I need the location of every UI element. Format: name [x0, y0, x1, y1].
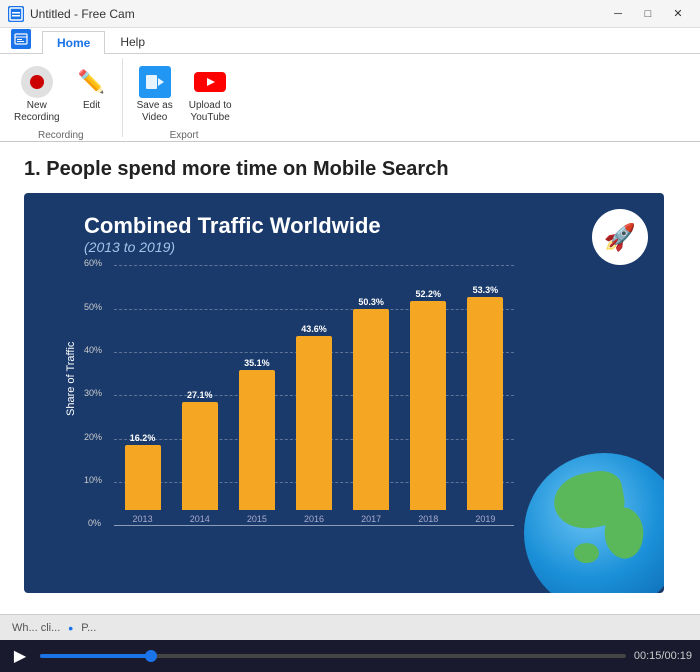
save-as-video-label: Save asVideo: [137, 100, 173, 124]
maximize-button[interactable]: □: [634, 5, 662, 23]
chart-subtitle: (2013 to 2019): [84, 239, 644, 255]
recording-group-label: Recording: [8, 128, 114, 141]
window-controls: ─ □ ✕: [604, 5, 692, 23]
tab-home-label: Home: [57, 36, 90, 50]
y-axis-label: Share of Traffic: [65, 342, 77, 416]
new-recording-button[interactable]: NewRecording: [8, 62, 66, 128]
save-as-video-button[interactable]: Save asVideo: [131, 62, 179, 128]
bar-2013: 16.2% 2013: [125, 433, 161, 524]
ribbon: NewRecording ✏️ Edit Recording: [0, 54, 700, 142]
title-bar: Untitled - Free Cam ─ □ ✕: [0, 0, 700, 28]
play-button[interactable]: ▶: [8, 644, 32, 668]
bar-2014: 27.1% 2014: [182, 390, 218, 524]
progress-handle[interactable]: [145, 650, 157, 662]
preview-strip: Wh... cli... • P...: [0, 614, 700, 640]
window-title: Untitled - Free Cam: [30, 7, 135, 21]
progress-fill: [40, 654, 157, 658]
new-recording-icon: [21, 66, 53, 98]
edit-label: Edit: [83, 100, 100, 112]
edit-icon: ✏️: [76, 66, 108, 98]
title-bar-left: Untitled - Free Cam: [8, 6, 135, 22]
preview-text-1: Wh... cli...: [12, 622, 60, 634]
bar-2019: 53.3% 2019: [467, 285, 503, 524]
close-button[interactable]: ✕: [664, 5, 692, 23]
progress-bar[interactable]: [40, 654, 626, 658]
ribbon-home-icon: [11, 29, 31, 49]
ribbon-group-recording: NewRecording ✏️ Edit Recording: [0, 58, 123, 137]
youtube-icon: [194, 66, 226, 98]
bar-2017: 50.3% 2017: [353, 297, 389, 524]
time-display: 00:15/00:19: [634, 650, 692, 662]
bar-2015: 35.1% 2015: [239, 358, 275, 524]
current-time: 00:15: [634, 650, 662, 662]
save-as-video-icon: [139, 66, 171, 98]
new-recording-label: NewRecording: [14, 100, 60, 124]
edit-button[interactable]: ✏️ Edit: [70, 62, 114, 116]
total-time: 00:19: [664, 650, 692, 662]
ribbon-group-export-items: Save asVideo Upload toYouTube: [131, 58, 238, 128]
tab-icon[interactable]: [4, 24, 42, 53]
chart-area: Share of Traffic 60% 50% 40% 30%: [84, 265, 554, 555]
main-content: 1. People spend more time on Mobile Sear…: [0, 142, 700, 614]
ribbon-tabs: Home Help: [0, 28, 700, 54]
export-group-label: Export: [131, 128, 238, 141]
tab-help-label: Help: [120, 35, 145, 49]
chart-title: Combined Traffic Worldwide: [84, 213, 644, 239]
rocket-badge: 🚀: [592, 209, 648, 265]
bar-2018: 52.2% 2018: [410, 289, 446, 524]
preview-text-2: P...: [81, 622, 96, 634]
bottom-bar: ▶ 00:15/00:19: [0, 640, 700, 672]
ribbon-group-export: Save asVideo Upload toYouTube Export: [123, 58, 246, 137]
ribbon-group-recording-items: NewRecording ✏️ Edit: [8, 58, 114, 128]
minimize-button[interactable]: ─: [604, 5, 632, 23]
chart-slide: 🚀 Combined Traffic Worldwide (2013 to 20…: [24, 193, 664, 593]
upload-youtube-label: Upload toYouTube: [189, 100, 232, 124]
slide-title: 1. People spend more time on Mobile Sear…: [24, 158, 676, 181]
app-icon: [8, 6, 24, 22]
preview-dot: •: [68, 620, 73, 636]
grid-area: 60% 50% 40% 30% 20% 10%: [114, 265, 514, 525]
upload-youtube-button[interactable]: Upload toYouTube: [183, 62, 238, 128]
tab-help[interactable]: Help: [105, 30, 160, 53]
tab-home[interactable]: Home: [42, 31, 105, 54]
bar-2016: 43.6% 2016: [296, 324, 332, 524]
